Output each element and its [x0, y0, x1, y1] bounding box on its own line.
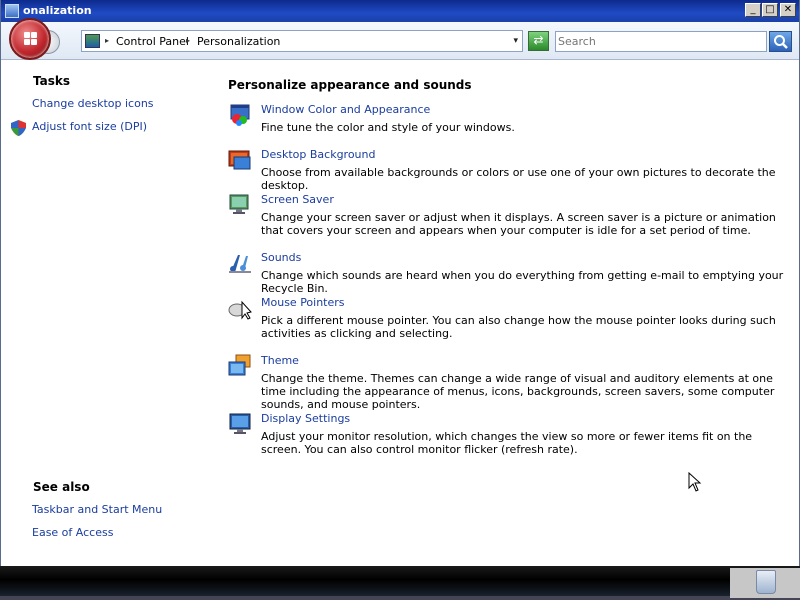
tasks-heading: Tasks: [33, 74, 71, 88]
item-title[interactable]: Window Color and Appearance: [261, 103, 430, 116]
item-description: Adjust your monitor resolution, which ch…: [261, 430, 753, 456]
taskbar-strip: [0, 596, 800, 600]
mouse-pointers-icon: [228, 300, 252, 320]
address-box[interactable]: ▸ Control Panel ▸ Personalization ▾: [81, 30, 523, 52]
address-dropdown-icon[interactable]: ▾: [513, 36, 518, 46]
item-desktop-background: Desktop Background Choose from available…: [228, 148, 788, 192]
window-color-icon: [230, 104, 250, 126]
sounds-icon: [229, 255, 251, 273]
screen-saver-icon: [229, 194, 249, 214]
item-description: Change the theme. Themes can change a wi…: [261, 372, 775, 411]
windows-flag-icon: [24, 32, 38, 46]
item-description: Choose from available backgrounds or col…: [261, 166, 776, 192]
breadcrumb-control-panel[interactable]: Control Panel: [116, 35, 189, 48]
see-also-taskbar-start-menu[interactable]: Taskbar and Start Menu: [32, 503, 162, 516]
page-title: Personalize appearance and sounds: [228, 78, 472, 92]
task-adjust-font-size[interactable]: Adjust font size (DPI): [32, 120, 147, 133]
item-display-settings: Display Settings Adjust your monitor res…: [228, 412, 788, 460]
item-title[interactable]: Mouse Pointers: [261, 296, 345, 309]
address-toolbar: › ▸ Control Panel ▸ Personalization ▾ ⇄: [1, 18, 799, 60]
item-title[interactable]: Theme: [261, 354, 299, 367]
search-icon[interactable]: [769, 31, 792, 52]
maximize-button[interactable]: □: [762, 3, 778, 17]
item-title[interactable]: Sounds: [261, 251, 301, 264]
control-panel-address-icon: [85, 34, 100, 48]
item-title[interactable]: Desktop Background: [261, 148, 376, 161]
item-description: Fine tune the color and style of your wi…: [261, 121, 515, 134]
main-content: Personalize appearance and sounds Window…: [211, 61, 799, 566]
refresh-button[interactable]: ⇄: [528, 31, 549, 51]
control-panel-icon: [5, 4, 19, 18]
uac-shield-icon: [11, 120, 26, 136]
taskbar: [0, 566, 800, 600]
title-bar[interactable]: onalization _ □ ✕: [1, 0, 799, 22]
tasks-pane: Tasks Change desktop icons Adjust font s…: [1, 61, 211, 566]
mouse-cursor-icon: [688, 472, 702, 492]
task-change-desktop-icons[interactable]: Change desktop icons: [32, 97, 154, 110]
item-theme: Theme Change the theme. Themes can chang…: [228, 354, 788, 411]
start-orb-icon[interactable]: [9, 18, 51, 60]
display-settings-icon: [229, 413, 251, 434]
item-mouse-pointers: Mouse Pointers Pick a different mouse po…: [228, 296, 788, 344]
item-description: Change which sounds are heard when you d…: [261, 269, 784, 295]
item-title[interactable]: Display Settings: [261, 412, 350, 425]
breadcrumb-personalization[interactable]: Personalization: [197, 35, 280, 48]
item-sounds: Sounds Change which sounds are heard whe…: [228, 251, 788, 295]
item-window-color: Window Color and Appearance Fine tune th…: [228, 103, 788, 137]
recycle-bin-icon[interactable]: [730, 568, 800, 598]
theme-icon: [228, 354, 251, 376]
item-title[interactable]: Screen Saver: [261, 193, 334, 206]
see-also-heading: See also: [33, 480, 90, 494]
see-also-ease-of-access[interactable]: Ease of Access: [32, 526, 113, 539]
search-box[interactable]: [555, 31, 767, 52]
window-title: onalization: [23, 4, 92, 17]
item-description: Change your screen saver or adjust when …: [261, 211, 776, 237]
search-input[interactable]: [558, 34, 763, 49]
item-screen-saver: Screen Saver Change your screen saver or…: [228, 193, 788, 241]
breadcrumb-arrow-icon[interactable]: ▸: [186, 36, 190, 45]
minimize-button[interactable]: _: [745, 3, 761, 17]
close-button[interactable]: ✕: [780, 3, 796, 17]
item-description: Pick a different mouse pointer. You can …: [261, 314, 776, 340]
personalization-window: onalization _ □ ✕ › ▸ Control Panel ▸ Pe…: [0, 0, 800, 566]
desktop-background-icon: [228, 150, 251, 170]
breadcrumb-arrow-icon[interactable]: ▸: [105, 36, 109, 45]
